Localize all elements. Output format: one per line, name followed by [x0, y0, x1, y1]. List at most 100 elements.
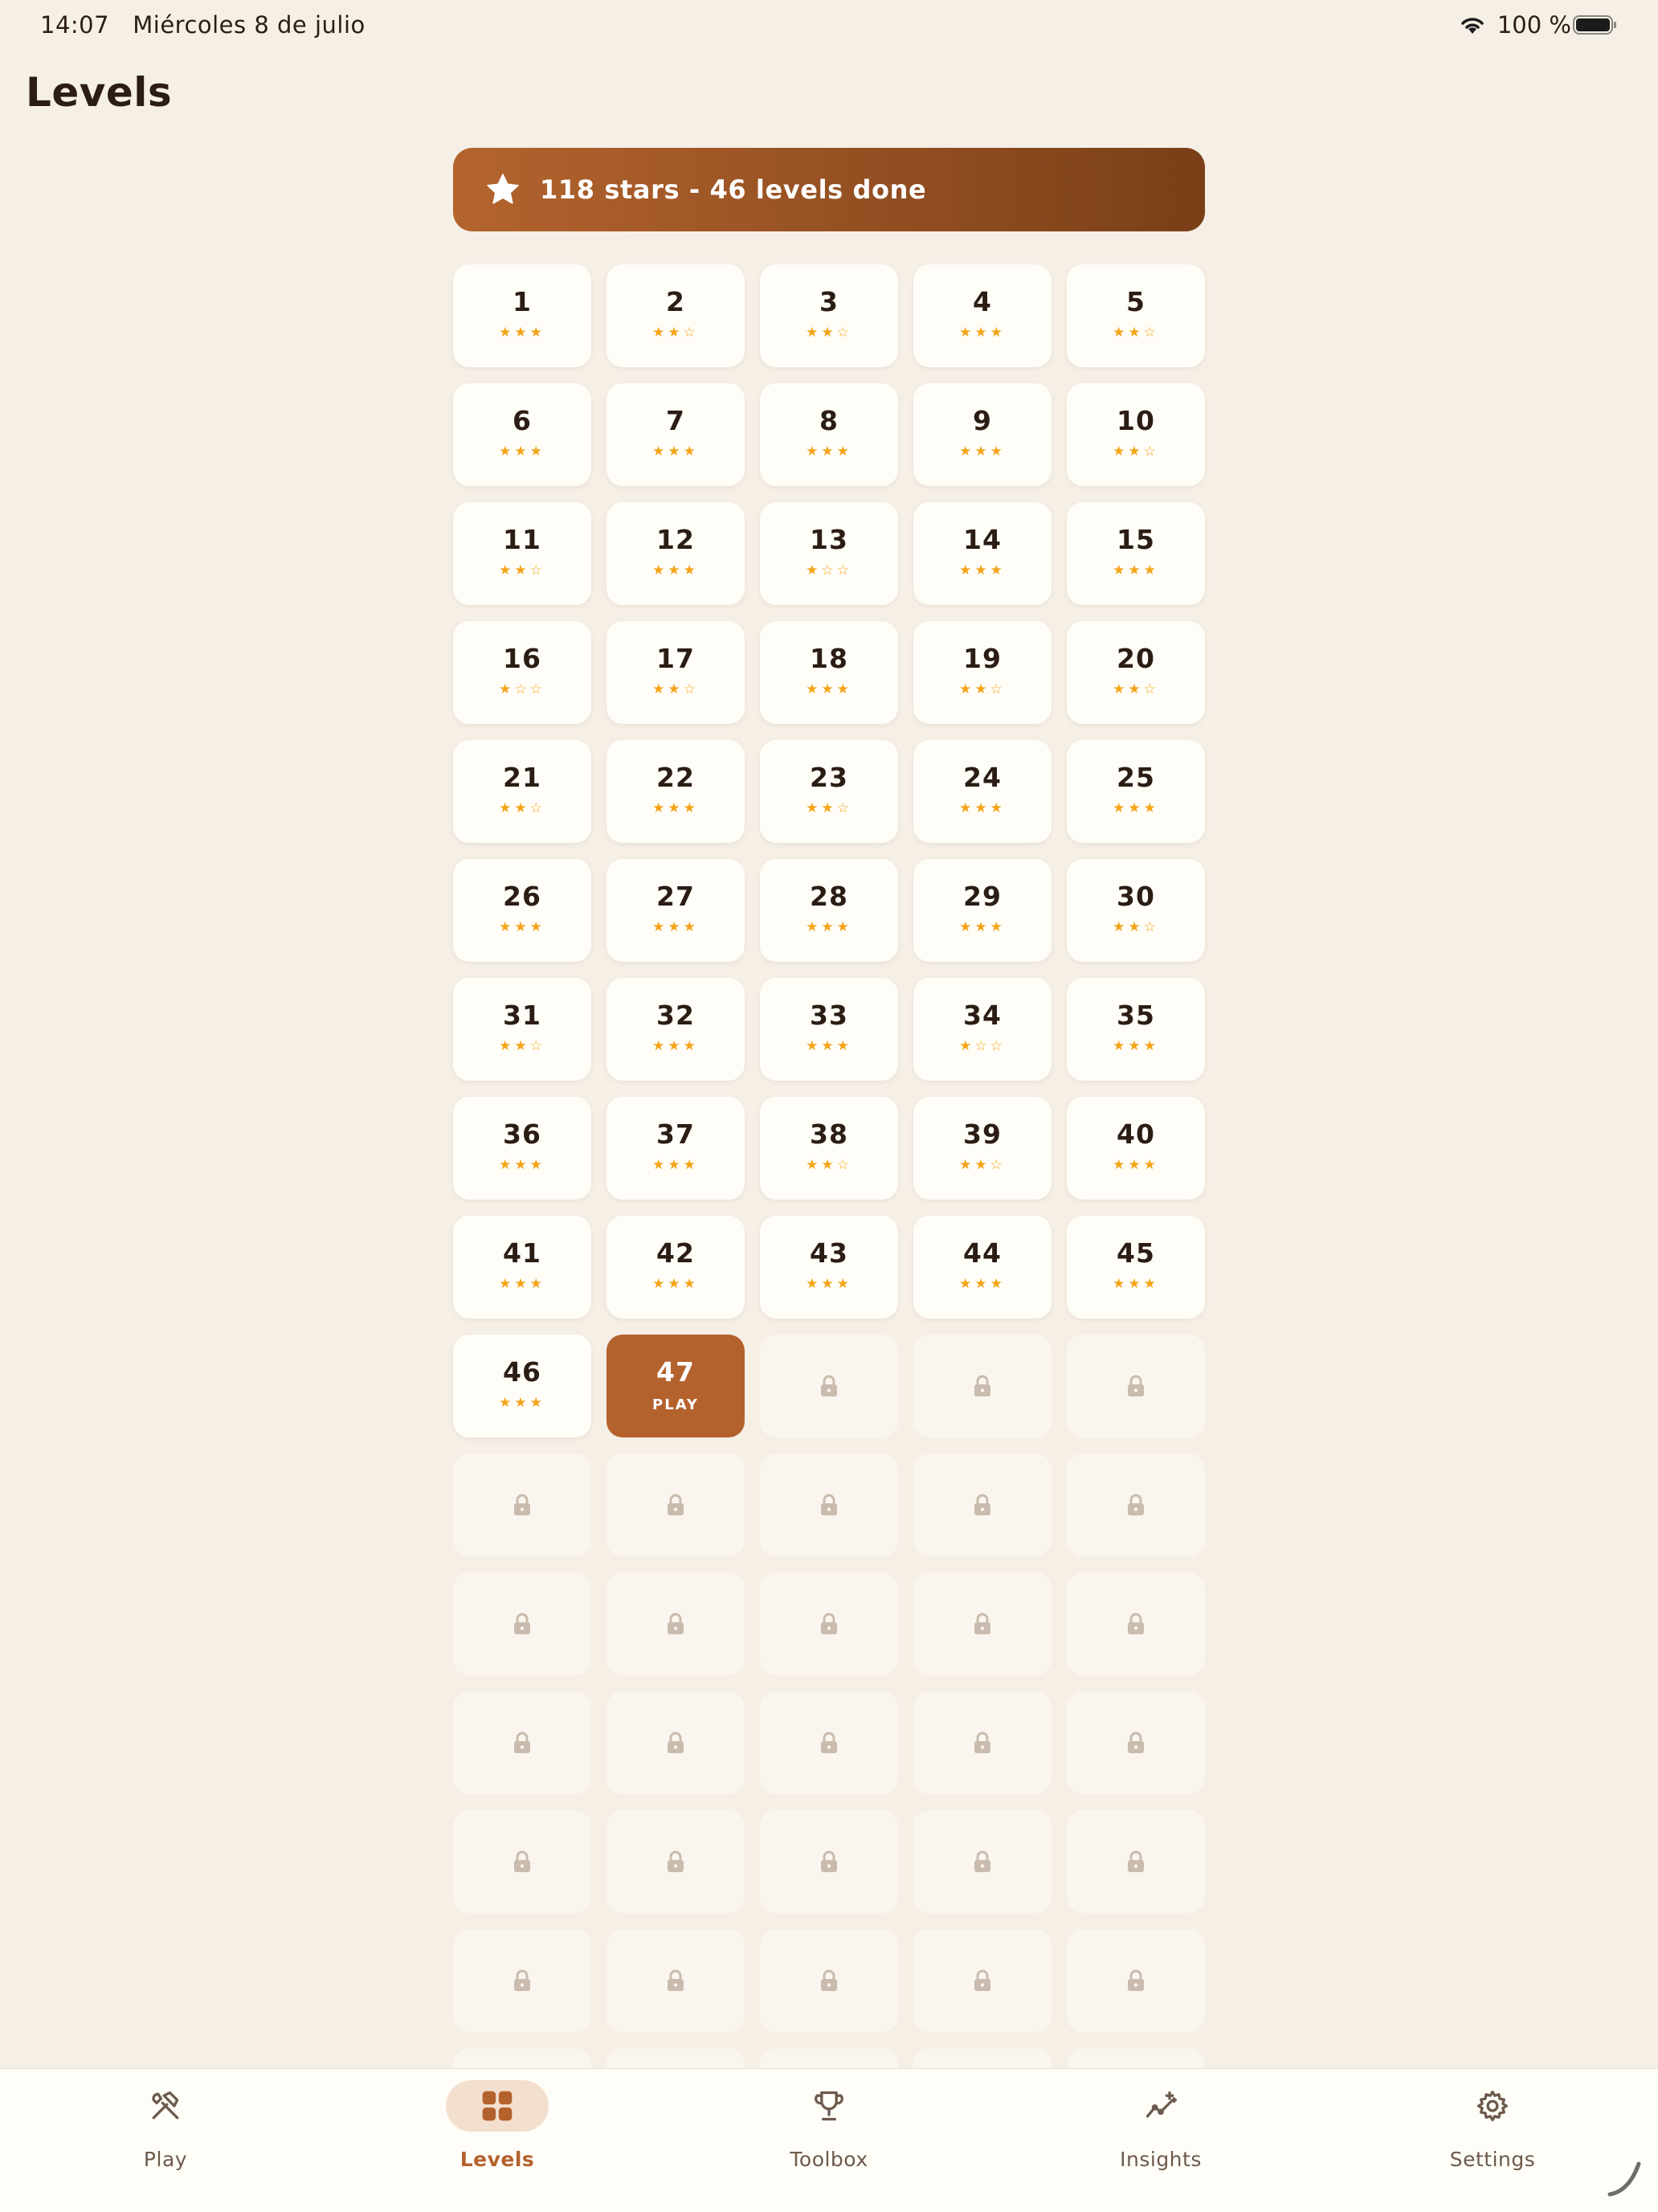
level-tile-45[interactable]: 45 ★★★: [1067, 1216, 1205, 1319]
lock-icon: [514, 1613, 530, 1634]
level-tile-32[interactable]: 32 ★★★: [606, 978, 745, 1081]
level-tile-19[interactable]: 19 ★★☆: [913, 621, 1052, 724]
level-tile-38[interactable]: 38 ★★☆: [760, 1097, 898, 1200]
level-tile-36[interactable]: 36 ★★★: [453, 1097, 591, 1200]
level-number: 12: [656, 524, 695, 555]
level-tile-14[interactable]: 14 ★★★: [913, 502, 1052, 605]
level-tile-46[interactable]: 46 ★★★: [453, 1335, 591, 1437]
level-tile-current[interactable]: 47 PLAY: [606, 1335, 745, 1437]
level-tile-11[interactable]: 11 ★★☆: [453, 502, 591, 605]
tab-label-settings: Settings: [1449, 2148, 1536, 2171]
level-stars: ★★★: [652, 444, 699, 460]
level-tile-22[interactable]: 22 ★★★: [606, 740, 745, 843]
level-stars: ★★★: [806, 1038, 852, 1054]
level-stars: ★★★: [499, 1276, 545, 1292]
level-tile-13[interactable]: 13 ★☆☆: [760, 502, 898, 605]
level-tile-43[interactable]: 43 ★★★: [760, 1216, 898, 1319]
level-stars: ★★★: [1113, 800, 1159, 816]
level-tile-8[interactable]: 8 ★★★: [760, 383, 898, 486]
level-tile-39[interactable]: 39 ★★☆: [913, 1097, 1052, 1200]
level-tile-7[interactable]: 7 ★★★: [606, 383, 745, 486]
level-tile-locked: [453, 1572, 591, 1675]
level-tile-29[interactable]: 29 ★★★: [913, 859, 1052, 962]
level-number: 14: [963, 524, 1002, 555]
tab-insights[interactable]: Insights: [1080, 2069, 1241, 2190]
level-tile-40[interactable]: 40 ★★★: [1067, 1097, 1205, 1200]
lock-icon: [514, 1494, 530, 1515]
level-tile-locked: [606, 1810, 745, 1913]
level-tile-locked: [1067, 1929, 1205, 2032]
lock-icon: [974, 1850, 990, 1872]
level-tile-locked: [606, 1691, 745, 1794]
tab-play[interactable]: Play: [85, 2069, 246, 2190]
level-stars: ★★★: [806, 1276, 852, 1292]
level-number: 33: [810, 1000, 848, 1031]
level-tile-27[interactable]: 27 ★★★: [606, 859, 745, 962]
level-number: 35: [1117, 1000, 1155, 1031]
level-number: 16: [503, 643, 541, 674]
level-tile-1[interactable]: 1 ★★★: [453, 264, 591, 367]
level-tile-15[interactable]: 15 ★★★: [1067, 502, 1205, 605]
level-tile-31[interactable]: 31 ★★☆: [453, 978, 591, 1081]
level-tile-23[interactable]: 23 ★★☆: [760, 740, 898, 843]
level-tile-33[interactable]: 33 ★★★: [760, 978, 898, 1081]
battery-percent: 100 %: [1497, 11, 1571, 39]
level-stars: ★★☆: [1113, 681, 1159, 697]
level-number: 38: [810, 1118, 848, 1150]
level-tile-3[interactable]: 3 ★★☆: [760, 264, 898, 367]
level-stars: ★☆☆: [499, 681, 545, 697]
level-tile-35[interactable]: 35 ★★★: [1067, 978, 1205, 1081]
level-tile-locked: [760, 1454, 898, 1556]
level-stars: ★★★: [1113, 1276, 1159, 1292]
level-tile-locked: [760, 1929, 898, 2032]
lock-icon: [974, 1969, 990, 1991]
level-tile-24[interactable]: 24 ★★★: [913, 740, 1052, 843]
level-tile-18[interactable]: 18 ★★★: [760, 621, 898, 724]
level-tile-44[interactable]: 44 ★★★: [913, 1216, 1052, 1319]
lock-icon: [821, 1613, 837, 1634]
level-stars: ★★★: [499, 919, 545, 935]
level-stars: ★★★: [959, 919, 1006, 935]
level-tile-locked: [453, 1454, 591, 1556]
level-tile-28[interactable]: 28 ★★★: [760, 859, 898, 962]
level-tile-25[interactable]: 25 ★★★: [1067, 740, 1205, 843]
level-number: 44: [963, 1237, 1002, 1269]
level-tile-locked: [760, 1810, 898, 1913]
tab-toolbox[interactable]: Toolbox: [749, 2069, 909, 2190]
tab-levels[interactable]: Levels: [417, 2069, 578, 2190]
level-stars: ★★★: [1113, 1157, 1159, 1173]
level-tile-26[interactable]: 26 ★★★: [453, 859, 591, 962]
lock-icon: [974, 1732, 990, 1753]
level-stars: ★★☆: [806, 325, 852, 341]
level-tile-12[interactable]: 12 ★★★: [606, 502, 745, 605]
lock-icon: [514, 1969, 530, 1991]
level-tile-30[interactable]: 30 ★★☆: [1067, 859, 1205, 962]
level-stars: ★★★: [959, 800, 1006, 816]
level-tile-20[interactable]: 20 ★★☆: [1067, 621, 1205, 724]
lock-icon: [1128, 1969, 1144, 1991]
level-number: 45: [1117, 1237, 1155, 1269]
tab-label-play: Play: [143, 2148, 188, 2171]
tab-settings-icon-wrap: [1441, 2080, 1544, 2132]
level-tile-21[interactable]: 21 ★★☆: [453, 740, 591, 843]
level-tile-37[interactable]: 37 ★★★: [606, 1097, 745, 1200]
level-tile-4[interactable]: 4 ★★★: [913, 264, 1052, 367]
level-tile-5[interactable]: 5 ★★☆: [1067, 264, 1205, 367]
level-stars: ★★★: [959, 325, 1006, 341]
level-tile-6[interactable]: 6 ★★★: [453, 383, 591, 486]
level-tile-9[interactable]: 9 ★★★: [913, 383, 1052, 486]
level-tile-34[interactable]: 34 ★☆☆: [913, 978, 1052, 1081]
level-tile-41[interactable]: 41 ★★★: [453, 1216, 591, 1319]
level-tile-42[interactable]: 42 ★★★: [606, 1216, 745, 1319]
level-number: 28: [810, 881, 848, 912]
level-tile-17[interactable]: 17 ★★☆: [606, 621, 745, 724]
tab-label-insights: Insights: [1120, 2148, 1202, 2171]
tab-settings[interactable]: Settings: [1412, 2069, 1573, 2190]
level-tile-2[interactable]: 2 ★★☆: [606, 264, 745, 367]
level-number: 46: [503, 1356, 541, 1388]
level-tile-16[interactable]: 16 ★☆☆: [453, 621, 591, 724]
level-stars: ★★★: [499, 1157, 545, 1173]
level-stars: ★★★: [806, 919, 852, 935]
lock-icon: [821, 1732, 837, 1753]
level-tile-10[interactable]: 10 ★★☆: [1067, 383, 1205, 486]
